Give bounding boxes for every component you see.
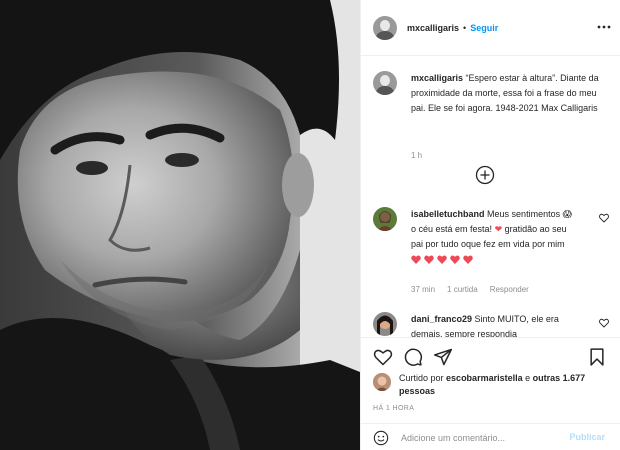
comments-section[interactable]: mxcalligaris “Espero estar à altura”. Di…	[361, 57, 620, 337]
post-time-ago[interactable]: HÁ 1 HORA	[373, 405, 414, 412]
heart-emojis	[411, 255, 473, 265]
add-comment-bar: Publicar	[361, 423, 620, 450]
avatar[interactable]	[373, 71, 397, 95]
comment-body: o céu está em festa!	[411, 224, 493, 234]
header-username[interactable]: mxcalligaris	[407, 23, 459, 33]
like-heart-icon[interactable]	[373, 347, 393, 367]
comment-body: Meus sentimentos	[487, 209, 561, 219]
more-icon[interactable]	[597, 20, 611, 34]
post-header: mxcalligaris • Seguir	[361, 0, 620, 56]
portrait-image	[0, 0, 360, 450]
red-heart-emoji-icon	[411, 255, 421, 265]
comment-item: dani_franco29 Sinto MUITO, ele era demai…	[373, 312, 609, 337]
publish-button[interactable]: Publicar	[569, 432, 605, 442]
comment-username[interactable]: dani_franco29	[411, 314, 472, 324]
emoji-icon[interactable]	[373, 430, 389, 446]
comment-text: dani_franco29 Sinto MUITO, ele era demai…	[411, 312, 577, 337]
reply-button[interactable]: Responder	[490, 285, 529, 294]
post-photo[interactable]	[0, 0, 360, 450]
post-actions	[361, 337, 620, 375]
comment-username[interactable]: isabelletuchband	[411, 209, 485, 219]
red-heart-emoji-icon: ❤	[494, 224, 503, 234]
comment-text: isabelletuchband Meus sentimentos 😱 o cé…	[411, 207, 577, 267]
red-heart-emoji-icon	[450, 255, 460, 265]
add-circle-icon[interactable]	[475, 165, 495, 185]
red-heart-emoji-icon	[424, 255, 434, 265]
liked-by-prefix: Curtido por	[399, 373, 444, 383]
comment-meta: 37 min 1 curtida Responder	[411, 285, 529, 294]
liked-by-text: Curtido por escobarmaristella e outras 1…	[399, 372, 609, 398]
liked-by-conjunction: e	[525, 373, 531, 383]
caption-timestamp: 1 h	[411, 151, 423, 160]
red-heart-emoji-icon	[437, 255, 447, 265]
caption-username[interactable]: mxcalligaris	[411, 73, 463, 83]
liked-by-user[interactable]: escobarmaristella	[446, 373, 523, 383]
post-side-panel: mxcalligaris • Seguir mxcalligaris “Espe…	[360, 0, 620, 450]
heart-icon[interactable]	[599, 213, 609, 223]
comment-input[interactable]	[401, 429, 561, 447]
comment-item: isabelletuchband Meus sentimentos 😱 o cé…	[373, 207, 609, 299]
follow-button[interactable]: Seguir	[470, 23, 498, 33]
avatar[interactable]	[373, 373, 391, 391]
share-icon[interactable]	[433, 347, 453, 367]
scream-emoji-icon: 😱	[562, 209, 572, 219]
avatar[interactable]	[373, 312, 397, 336]
liked-by: Curtido por escobarmaristella e outras 1…	[373, 372, 613, 402]
avatar[interactable]	[373, 15, 397, 40]
header-separator: •	[463, 22, 467, 33]
red-heart-emoji-icon	[463, 255, 473, 265]
heart-icon[interactable]	[599, 318, 609, 328]
avatar[interactable]	[373, 207, 397, 231]
comment-likes[interactable]: 1 curtida	[447, 285, 478, 294]
comment-timestamp: 37 min	[411, 285, 436, 294]
bookmark-icon[interactable]	[587, 347, 607, 367]
caption-text: mxcalligaris “Espero estar à altura”. Di…	[411, 71, 601, 116]
comment-icon[interactable]	[403, 347, 423, 367]
